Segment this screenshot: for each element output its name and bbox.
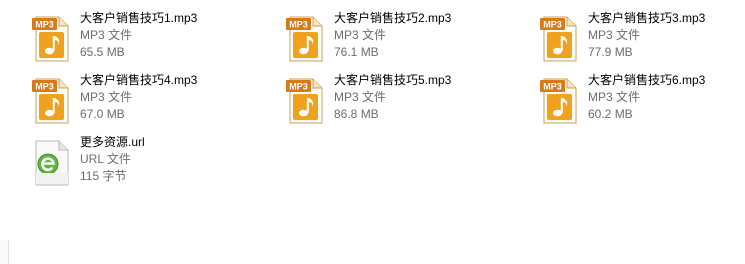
file-type: URL 文件	[80, 152, 131, 166]
file-type: MP3 文件	[588, 90, 641, 104]
file-type: MP3 文件	[334, 90, 387, 104]
file-size: 65.5 MB	[80, 45, 125, 59]
mp3-file-icon: MP3	[30, 77, 72, 125]
file-name[interactable]: 大客户销售技巧3.mp3	[588, 10, 745, 27]
file-list: MP3 大客户销售技巧1.mp3 MP3 文件 65.5 MB MP3 大客户销…	[0, 0, 745, 264]
file-name[interactable]: 大客户销售技巧1.mp3	[80, 10, 260, 27]
file-name[interactable]: 大客户销售技巧2.mp3	[334, 10, 514, 27]
svg-text:MP3: MP3	[543, 82, 562, 92]
svg-text:MP3: MP3	[35, 20, 54, 30]
file-name[interactable]: 大客户销售技巧5.mp3	[334, 72, 514, 89]
file-type: MP3 文件	[80, 28, 133, 42]
file-size: 76.1 MB	[334, 45, 379, 59]
file-type: MP3 文件	[588, 28, 641, 42]
file-name[interactable]: 大客户销售技巧4.mp3	[80, 72, 260, 89]
svg-text:MP3: MP3	[543, 20, 562, 30]
svg-text:MP3: MP3	[289, 82, 308, 92]
file-type: MP3 文件	[334, 28, 387, 42]
file-size: 77.9 MB	[588, 45, 633, 59]
file-name[interactable]: 更多资源.url	[80, 134, 260, 151]
url-shortcut-icon	[30, 139, 72, 187]
mp3-file-icon: MP3	[30, 15, 72, 63]
file-item-mp3-5[interactable]: MP3 大客户销售技巧5.mp3 MP3 文件 86.8 MB	[254, 72, 494, 128]
mp3-file-icon: MP3	[538, 77, 580, 125]
scrollbar-edge[interactable]	[0, 240, 9, 264]
file-name[interactable]: 大客户销售技巧6.mp3	[588, 72, 745, 89]
mp3-file-icon: MP3	[284, 77, 326, 125]
svg-text:MP3: MP3	[289, 20, 308, 30]
svg-text:MP3: MP3	[35, 82, 54, 92]
file-item-mp3-6[interactable]: MP3 大客户销售技巧6.mp3 MP3 文件 60.2 MB	[508, 72, 745, 128]
file-item-url[interactable]: 更多资源.url URL 文件 115 字节	[0, 134, 240, 190]
file-size: 60.2 MB	[588, 107, 633, 121]
file-size: 115 字节	[80, 169, 127, 183]
file-item-mp3-2[interactable]: MP3 大客户销售技巧2.mp3 MP3 文件 76.1 MB	[254, 10, 494, 66]
file-type: MP3 文件	[80, 90, 133, 104]
file-item-mp3-4[interactable]: MP3 大客户销售技巧4.mp3 MP3 文件 67.0 MB	[0, 72, 240, 128]
mp3-file-icon: MP3	[284, 15, 326, 63]
file-size: 86.8 MB	[334, 107, 379, 121]
file-item-mp3-3[interactable]: MP3 大客户销售技巧3.mp3 MP3 文件 77.9 MB	[508, 10, 745, 66]
file-item-mp3-1[interactable]: MP3 大客户销售技巧1.mp3 MP3 文件 65.5 MB	[0, 10, 240, 66]
file-size: 67.0 MB	[80, 107, 125, 121]
mp3-file-icon: MP3	[538, 15, 580, 63]
